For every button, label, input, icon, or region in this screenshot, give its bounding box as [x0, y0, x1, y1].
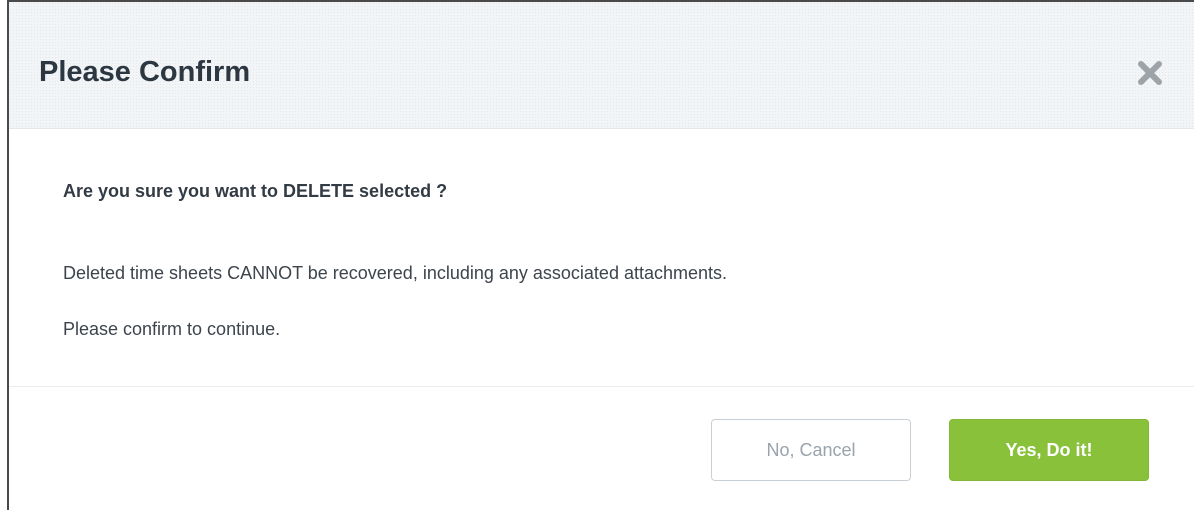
- dialog-footer: No, Cancel Yes, Do it!: [9, 387, 1194, 510]
- confirm-delete-button[interactable]: Yes, Do it!: [949, 419, 1149, 481]
- close-icon: [1138, 61, 1162, 85]
- dialog-body: Are you sure you want to DELETE selected…: [9, 129, 1194, 387]
- confirm-question: Are you sure you want to DELETE selected…: [63, 181, 448, 201]
- warning-message: Deleted time sheets CANNOT be recovered,…: [63, 263, 728, 283]
- confirm-instruction: Please confirm to continue.: [63, 319, 281, 339]
- confirm-dialog: Please Confirm Are you sure you want to …: [7, 0, 1194, 510]
- dialog-title: Please Confirm: [39, 56, 251, 88]
- cancel-button[interactable]: No, Cancel: [711, 419, 911, 481]
- dialog-header: Please Confirm: [9, 2, 1194, 129]
- close-button[interactable]: [1134, 57, 1166, 89]
